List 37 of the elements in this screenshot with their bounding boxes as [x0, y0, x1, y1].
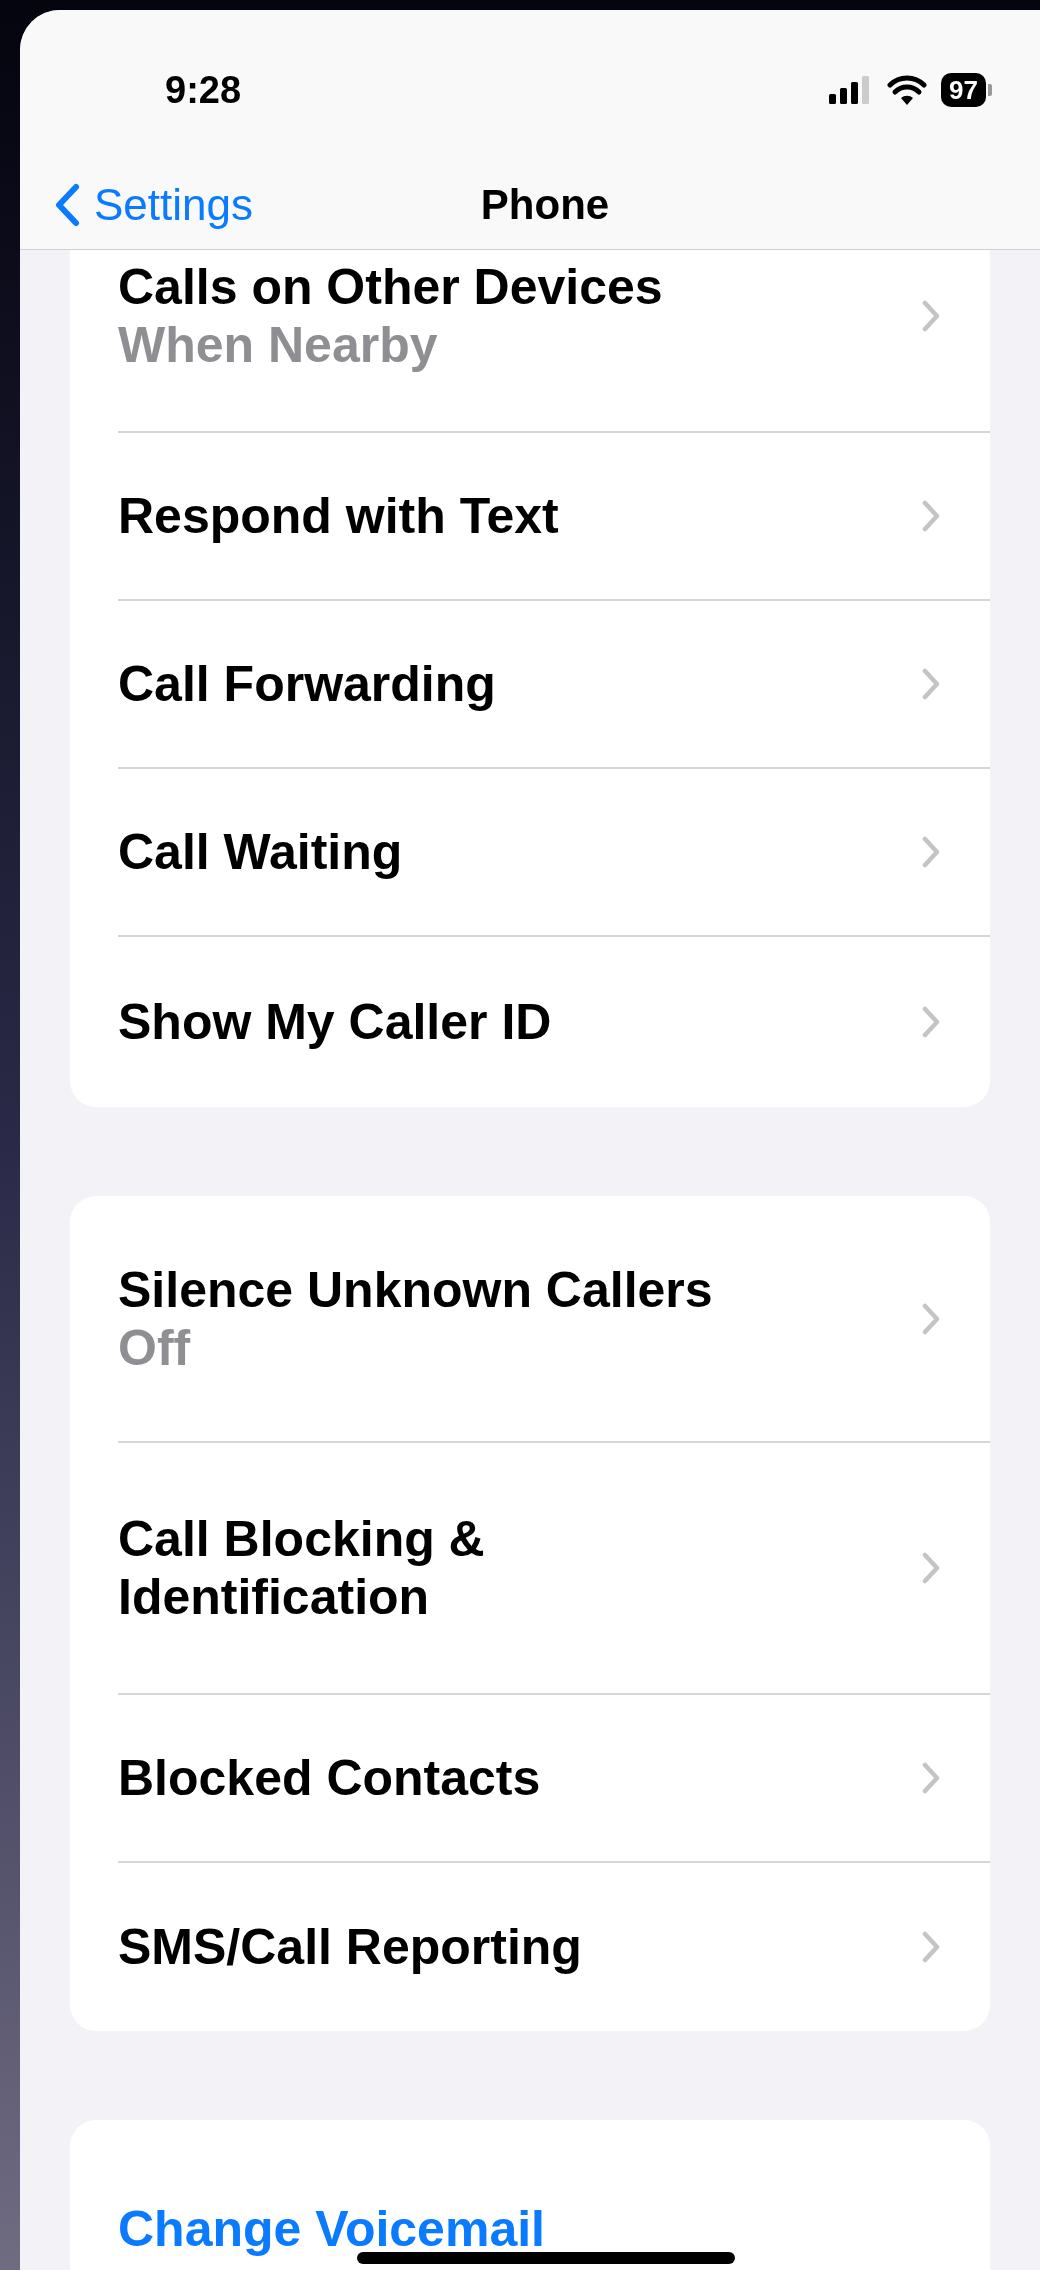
row-label: SMS/Call Reporting: [118, 1918, 582, 1976]
chevron-icon: [922, 1006, 940, 1038]
chevron-icon: [922, 1552, 940, 1584]
settings-row[interactable]: Change Voicemail: [118, 2120, 990, 2270]
back-button[interactable]: Settings: [20, 171, 253, 238]
status-time: 9:28: [165, 67, 242, 113]
chevron-icon: [922, 500, 940, 532]
settings-row[interactable]: Call Waiting: [118, 769, 990, 937]
settings-row[interactable]: Show My Caller ID: [118, 937, 990, 1107]
settings-row[interactable]: SMS/Call Reporting: [118, 1863, 990, 2031]
action-link[interactable]: Change Voicemail: [118, 2200, 545, 2258]
back-chevron-icon: [54, 182, 80, 227]
chevron-icon: [922, 668, 940, 700]
row-value: When Nearby: [118, 315, 439, 374]
settings-row[interactable]: Calls on Other Devices When Nearby: [118, 250, 990, 433]
settings-row[interactable]: Respond with Text: [118, 433, 990, 601]
chevron-icon: [922, 1302, 940, 1335]
row-label: Silence Unknown Callers: [118, 1260, 713, 1319]
settings-row[interactable]: Call Blocking & Identification: [118, 1443, 990, 1695]
row-label: Call Waiting: [118, 823, 403, 881]
row-label: Blocked Contacts: [118, 1749, 541, 1807]
row-label: Respond with Text: [118, 487, 559, 545]
row-label: Call Blocking & Identification: [118, 1510, 485, 1626]
row-label: Calls on Other Devices: [118, 257, 663, 316]
settings-row[interactable]: Silence Unknown Callers Off: [118, 1196, 990, 1443]
settings-row[interactable]: Call Forwarding: [118, 601, 990, 769]
row-label: Show My Caller ID: [118, 993, 552, 1051]
chevron-icon: [922, 1762, 940, 1794]
nav-title: Phone: [480, 180, 610, 230]
settings-row[interactable]: Blocked Contacts: [118, 1695, 990, 1863]
row-label: Call Forwarding: [118, 655, 496, 713]
wifi-icon: [887, 75, 928, 105]
row-value: Off: [118, 1318, 192, 1377]
chevron-icon: [922, 1931, 940, 1963]
chevron-icon: [922, 836, 940, 868]
battery-indicator: 97: [941, 73, 992, 107]
chevron-icon: [922, 299, 940, 332]
